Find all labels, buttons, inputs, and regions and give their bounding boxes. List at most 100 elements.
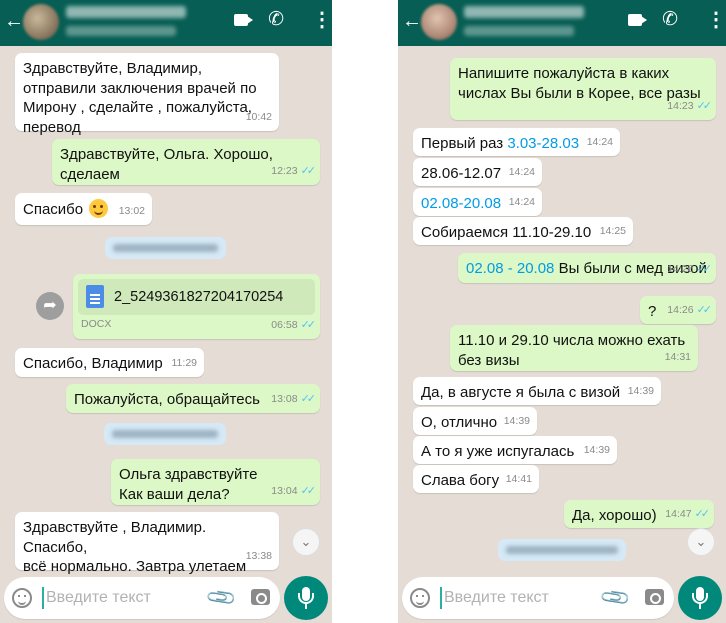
document-icon — [86, 285, 104, 308]
file-type: DOCX — [81, 317, 112, 330]
more-menu-icon[interactable]: ⋮ — [706, 10, 726, 30]
message-text: отправили заключения врачей по — [23, 79, 257, 97]
message-meta: 06:58 ✓✓ — [271, 316, 316, 336]
read-receipt-icon: ✓✓ — [696, 99, 713, 112]
video-call-icon[interactable] — [628, 14, 642, 26]
message-bubble[interactable]: Спасибо, Владимир 11:29 — [15, 348, 204, 377]
message-meta: 13:04 ✓✓ — [271, 482, 317, 502]
message-time: 14:47 — [665, 507, 692, 520]
back-arrow-icon[interactable]: ← — [402, 9, 422, 33]
message-time: 14:39 — [503, 414, 530, 427]
message-time: 14:31 — [664, 350, 691, 363]
attach-icon[interactable]: 📎 — [204, 580, 239, 615]
message-text: Первый раз — [421, 135, 508, 152]
message-text: без визы — [458, 351, 520, 369]
message-bubble[interactable]: Здравствуйте, Ольга. Хорошо, сделаем 12:… — [52, 139, 320, 185]
smiling-emoji-icon — [89, 199, 109, 218]
contact-avatar[interactable] — [23, 4, 59, 40]
forward-icon[interactable]: ➦ — [36, 292, 64, 320]
date-link[interactable]: 3.03-28.03 — [507, 135, 579, 152]
message-time: 11:29 — [171, 356, 198, 369]
message-meta: 14:23 ✓✓ — [667, 97, 713, 117]
message-text: Слава богу — [421, 472, 500, 489]
message-bubble[interactable]: Спасибо 13:02 — [15, 193, 152, 225]
message-time: 13:02 — [118, 204, 145, 217]
message-input-bar[interactable]: Введите текст 📎 — [402, 577, 674, 619]
message-bubble[interactable]: Пожалуйста, обращайтесь 13:08 ✓✓ — [66, 384, 320, 413]
date-separator-blurred — [498, 539, 626, 561]
message-bubble[interactable]: 28.06-12.07 14:24 — [413, 158, 542, 186]
mic-icon[interactable] — [284, 576, 328, 620]
message-time: 12:23 — [271, 164, 298, 177]
message-text: Пожалуйста, обращайтесь — [74, 391, 260, 408]
message-text: А то я уже испугалась — [421, 443, 575, 460]
message-time: 14:24 — [508, 195, 535, 208]
date-link[interactable]: 02.08-20.08 — [421, 195, 501, 212]
chat-screen-right: ← ✆ ⋮ Напишите пожалуйста в каких числах… — [398, 0, 726, 623]
contact-name-blurred[interactable] — [464, 6, 584, 18]
camera-icon[interactable] — [645, 589, 664, 605]
phone-icon[interactable]: ✆ — [662, 10, 678, 30]
emoji-icon[interactable] — [12, 588, 32, 608]
message-bubble[interactable]: Напишите пожалуйста в каких числах Вы бы… — [450, 58, 716, 120]
message-text: Да, в августе я была с визой — [421, 384, 621, 401]
message-input[interactable]: Введите текст — [444, 588, 549, 608]
file-message-bubble[interactable]: 2_5249361827204170254 DOCX 06:58 ✓✓ — [73, 274, 320, 339]
emoji-icon[interactable] — [410, 588, 430, 608]
attach-icon[interactable]: 📎 — [598, 580, 633, 615]
message-text: 11.10 и 29.10 числа можно ехать — [458, 332, 686, 349]
message-bubble[interactable]: 02.08-20.08 14:24 — [413, 188, 542, 216]
contact-name-blurred[interactable] — [66, 6, 186, 18]
chat-screen-left: ← ✆ ⋮ Здравствуйте, Владимир, отправили … — [0, 0, 332, 623]
message-bubble[interactable]: Собираемся 11.10-29.10 14:25 — [413, 217, 633, 245]
document-attachment[interactable]: 2_5249361827204170254 — [78, 279, 315, 315]
message-text: Спасибо — [23, 201, 84, 218]
text-cursor — [440, 587, 442, 609]
scroll-down-icon[interactable]: ⌄ — [687, 528, 715, 556]
message-time: 10:42 — [245, 110, 272, 123]
message-text: Спасибо, Владимир — [23, 355, 163, 372]
message-meta: 13:08 ✓✓ — [271, 390, 316, 410]
back-arrow-icon[interactable]: ← — [4, 9, 24, 33]
message-time: 14:24 — [508, 165, 535, 178]
message-time: 06:58 — [271, 318, 298, 331]
message-bubble[interactable]: ? 14:26 ✓✓ — [640, 296, 716, 324]
read-receipt-icon: ✓✓ — [696, 262, 713, 275]
message-meta: 14:26 ✓✓ — [667, 260, 713, 280]
message-text: О, отлично — [421, 414, 498, 431]
contact-status-blurred — [66, 26, 176, 36]
mic-icon[interactable] — [678, 576, 722, 620]
phone-icon[interactable]: ✆ — [268, 10, 284, 30]
message-bubble[interactable]: Ольга здравствуйте Как ваши дела? 13:04 ✓… — [111, 459, 320, 505]
message-bubble[interactable]: Да, в августе я была с визой 14:39 — [413, 377, 661, 405]
message-meta: 12:23 ✓✓ — [271, 162, 316, 182]
message-text: Напишите пожалуйста в каких — [458, 65, 670, 82]
message-text: Мирону , сделайте , пожалуйста, — [23, 99, 252, 116]
message-bubble[interactable]: А то я уже испугалась 14:39 — [413, 436, 617, 464]
chat-header: ← ✆ ⋮ — [398, 0, 726, 46]
scroll-down-icon[interactable]: ⌄ — [292, 528, 320, 556]
message-input[interactable]: Введите текст — [46, 588, 151, 608]
read-receipt-icon: ✓✓ — [300, 484, 317, 497]
message-time: 14:26 — [667, 262, 694, 275]
message-bubble[interactable]: 11.10 и 29.10 числа можно ехать без визы… — [450, 325, 698, 371]
date-link[interactable]: 02.08 - 20.08 — [466, 260, 554, 277]
message-bubble[interactable]: Да, хорошо) 14:47 ✓✓ — [564, 500, 714, 528]
message-bubble[interactable]: 02.08 - 20.08 Вы были с мед визой 14:26 ✓… — [458, 253, 716, 283]
message-time: 14:26 — [667, 303, 694, 316]
message-bubble[interactable]: О, отлично 14:39 — [413, 407, 537, 435]
read-receipt-icon: ✓✓ — [694, 507, 711, 520]
message-bubble[interactable]: Слава богу 14:41 — [413, 465, 539, 493]
message-time: 14:41 — [505, 472, 532, 485]
message-text: Здравствуйте , Владимир. Спасибо, — [23, 519, 207, 556]
video-call-icon[interactable] — [234, 14, 248, 26]
contact-avatar[interactable] — [421, 4, 457, 40]
message-input-bar[interactable]: Введите текст 📎 — [4, 577, 280, 619]
message-bubble[interactable]: Здравствуйте, Владимир, отправили заключ… — [15, 53, 279, 136]
message-bubble[interactable]: Первый раз 3.03-28.03 14:24 — [413, 128, 620, 156]
message-bubble[interactable]: Здравствуйте , Владимир. Спасибо, всё но… — [15, 512, 279, 575]
camera-icon[interactable] — [251, 589, 270, 605]
read-receipt-icon: ✓✓ — [696, 303, 713, 316]
message-meta: 14:26 ✓✓ — [667, 301, 713, 321]
more-menu-icon[interactable]: ⋮ — [312, 10, 332, 30]
